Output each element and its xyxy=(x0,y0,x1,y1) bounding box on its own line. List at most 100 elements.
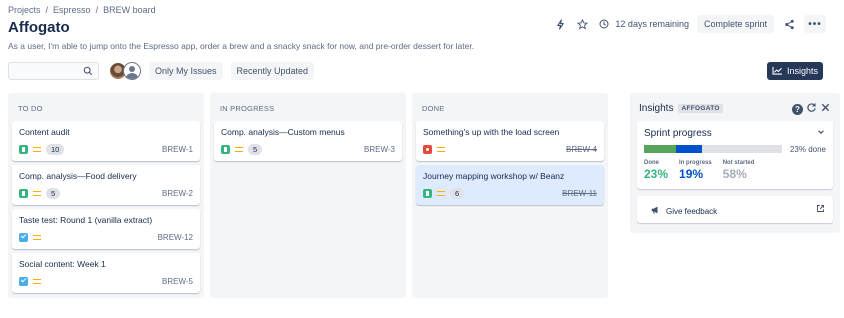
more-button[interactable]: ••• xyxy=(804,15,826,33)
insights-panel-title: Insights xyxy=(639,103,674,114)
time-remaining: 12 days remaining xyxy=(597,17,689,31)
issue-key[interactable]: BREW-1 xyxy=(162,145,193,154)
breadcrumb-separator: / xyxy=(95,5,99,15)
issue-key[interactable]: BREW-3 xyxy=(364,145,395,154)
priority-medium-icon xyxy=(33,190,41,196)
lightning-icon[interactable] xyxy=(553,17,567,31)
issue-key[interactable]: BREW-2 xyxy=(162,189,193,198)
stat-value: 19% xyxy=(679,167,704,181)
sprint-progress-card: Sprint progress 23% done Done 23% In pro… xyxy=(637,121,833,189)
issue-title: Social content: Week 1 xyxy=(19,259,106,269)
external-link-icon[interactable] xyxy=(816,204,825,216)
star-icon[interactable] xyxy=(575,17,589,31)
issue-title: Journey mapping workshop w/ Beanz xyxy=(423,171,565,181)
bug-icon xyxy=(423,144,432,154)
issue-title: Comp. analysis—Food delivery xyxy=(19,171,137,181)
insights-button-label: Insights xyxy=(786,66,819,76)
issue-card[interactable]: Social content: Week 1 BREW-5 xyxy=(12,253,200,293)
clock-icon xyxy=(597,17,611,31)
close-icon[interactable] xyxy=(820,102,831,116)
breadcrumb-projects[interactable]: Projects xyxy=(8,5,41,15)
search-icon xyxy=(83,66,93,79)
task-icon xyxy=(19,276,28,286)
breadcrumb-separator: / xyxy=(45,5,49,15)
stat-label: Done xyxy=(644,160,659,166)
breadcrumb-brew-board[interactable]: BREW board xyxy=(103,5,156,15)
issue-card[interactable]: Taste test: Round 1 (vanilla extract) BR… xyxy=(12,209,200,249)
issue-key[interactable]: BREW-12 xyxy=(158,233,193,242)
stat-not-started: Not started 58% xyxy=(723,160,755,181)
insights-panel: Insights AFFOGATO ? Sprint progress 23% … xyxy=(630,93,840,233)
stat-label: Not started xyxy=(722,160,755,166)
sprint-progress-bar xyxy=(644,145,782,153)
unassigned-avatar-icon[interactable] xyxy=(123,62,141,80)
search-field[interactable] xyxy=(8,62,99,80)
story-points-badge: 5 xyxy=(46,187,61,199)
header-actions: 12 days remaining Complete sprint ••• xyxy=(553,15,826,33)
chevron-down-icon[interactable] xyxy=(817,128,825,138)
story-icon xyxy=(19,188,28,198)
issue-card[interactable]: Something's up with the load screen BREW… xyxy=(416,121,604,161)
only-my-issues-filter[interactable]: Only My Issues xyxy=(149,62,223,80)
complete-sprint-button[interactable]: Complete sprint xyxy=(696,15,774,33)
issue-key[interactable]: BREW-4 xyxy=(566,145,597,154)
percent-done: 23% done xyxy=(789,145,826,154)
issue-card[interactable]: Comp. analysis—Custom menus 5 BREW-3 xyxy=(214,121,402,161)
page-title: Affogato xyxy=(8,19,70,36)
progress-segment-in-progress xyxy=(675,145,702,153)
issue-title: Taste test: Round 1 (vanilla extract) xyxy=(19,215,153,225)
story-points-badge: 10 xyxy=(46,143,65,155)
column-todo: TO DO Content audit 10 BREW-1 Comp. anal… xyxy=(8,93,204,298)
sprint-stats: Done 23% In progress 19% Not started 58% xyxy=(644,160,754,181)
column-done: DONE Something's up with the load screen… xyxy=(412,93,608,298)
sprint-progress-title: Sprint progress xyxy=(644,128,712,139)
megaphone-icon xyxy=(650,205,660,217)
story-points-badge: 6 xyxy=(450,187,465,199)
column-title: TO DO xyxy=(18,104,43,113)
story-icon xyxy=(221,144,230,154)
priority-medium-icon xyxy=(33,234,41,240)
issue-title: Comp. analysis—Custom menus xyxy=(221,127,345,137)
give-feedback-card[interactable]: Give feedback xyxy=(637,196,833,223)
story-icon xyxy=(423,188,432,198)
task-icon xyxy=(19,232,28,242)
column-in-progress: IN PROGRESS Comp. analysis—Custom menus … xyxy=(210,93,406,298)
refresh-icon[interactable] xyxy=(806,102,817,116)
insights-panel-actions: ? xyxy=(792,102,831,116)
stat-value: 23% xyxy=(644,167,669,181)
recently-updated-filter[interactable]: Recently Updated xyxy=(230,62,315,80)
breadcrumb: Projects / Espresso / BREW board xyxy=(8,5,156,15)
stat-value: 58% xyxy=(722,167,747,181)
issue-title: Something's up with the load screen xyxy=(423,127,560,137)
column-title: IN PROGRESS xyxy=(220,104,275,113)
priority-medium-icon xyxy=(437,146,445,152)
give-feedback-label: Give feedback xyxy=(666,206,718,216)
stat-in-progress: In progress 19% xyxy=(679,160,712,181)
insights-button[interactable]: Insights xyxy=(767,62,823,80)
stat-done: Done 23% xyxy=(644,160,668,181)
help-icon[interactable]: ? xyxy=(792,103,803,115)
story-icon xyxy=(19,144,28,154)
sprint-tag: AFFOGATO xyxy=(678,104,723,113)
insights-panel-header: Insights AFFOGATO xyxy=(639,103,723,114)
issue-card[interactable]: Content audit 10 BREW-1 xyxy=(12,121,200,161)
avatar-group xyxy=(109,62,141,80)
issue-key[interactable]: BREW-5 xyxy=(162,277,193,286)
priority-medium-icon xyxy=(235,146,243,152)
share-icon[interactable] xyxy=(782,17,796,31)
issue-card-selected[interactable]: Journey mapping workshop w/ Beanz 6 BREW… xyxy=(416,165,604,205)
breadcrumb-espresso[interactable]: Espresso xyxy=(53,5,91,15)
column-title: DONE xyxy=(422,104,445,113)
issue-title: Content audit xyxy=(19,127,70,137)
priority-medium-icon xyxy=(33,278,41,284)
board-toolbar: Only My Issues Recently Updated xyxy=(8,62,315,80)
issue-key[interactable]: BREW-11 xyxy=(562,189,597,198)
issue-card[interactable]: Comp. analysis—Food delivery 5 BREW-2 xyxy=(12,165,200,205)
chart-icon xyxy=(772,66,783,77)
story-points-badge: 5 xyxy=(248,143,263,155)
priority-medium-icon xyxy=(437,190,445,196)
priority-medium-icon xyxy=(33,146,41,152)
progress-segment-done xyxy=(644,145,676,153)
time-remaining-text: 12 days remaining xyxy=(615,19,689,29)
stat-label: In progress xyxy=(679,160,712,166)
